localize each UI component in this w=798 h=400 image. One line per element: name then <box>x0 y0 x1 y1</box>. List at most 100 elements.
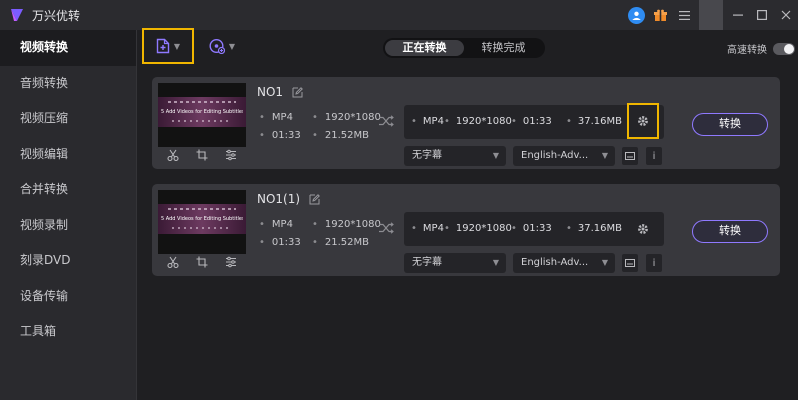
output-size: 37.16MB <box>566 116 622 127</box>
menu-button[interactable] <box>672 0 696 30</box>
source-format: MP4 <box>259 112 293 123</box>
audio-track-select[interactable]: English-Adv... ▼ <box>513 146 615 166</box>
thumbnail-decoration <box>172 120 232 122</box>
output-format: MP4 <box>411 223 444 234</box>
menu-icon <box>678 10 690 20</box>
tab-converting[interactable]: 正在转换 <box>385 40 464 56</box>
chevron-down-icon: ▼ <box>173 41 181 51</box>
tab-completed[interactable]: 转换完成 <box>464 40 543 56</box>
source-duration: 01:33 <box>259 130 301 141</box>
output-duration: 01:33 <box>511 116 552 127</box>
sidebar-item-audio-convert[interactable]: 音频转换 <box>0 66 136 102</box>
thumbnail-caption: 5 Add Videos for Editing Subtitles <box>161 109 243 115</box>
subtitle-value: 无字幕 <box>412 150 442 161</box>
info-icon: i <box>652 150 656 162</box>
audio-track-value: English-Adv... <box>521 150 589 161</box>
convert-button[interactable]: 转换 <box>692 113 768 136</box>
file-name-area: NO1(1) <box>257 192 320 206</box>
rename-button[interactable] <box>309 193 320 205</box>
effects-icon[interactable] <box>225 256 237 268</box>
high-speed-label: 高速转换 <box>727 45 767 56</box>
subtitle-value: 无字幕 <box>412 257 442 268</box>
video-thumbnail[interactable]: 5 Add Videos for Editing Subtitles <box>158 83 246 147</box>
sidebar-item-video-compress[interactable]: 视频压缩 <box>0 101 136 137</box>
source-resolution: 1920*1080 <box>312 219 381 230</box>
file-name: NO1 <box>257 85 284 99</box>
window-controls <box>624 0 798 30</box>
gear-icon <box>638 224 648 234</box>
close-button[interactable] <box>774 0 798 30</box>
source-duration: 01:33 <box>259 237 301 248</box>
scissors-icon[interactable] <box>167 256 179 268</box>
source-resolution: 1920*1080 <box>312 112 381 123</box>
shuffle-icon <box>379 222 394 234</box>
crop-icon[interactable] <box>196 149 208 161</box>
close-icon <box>781 10 791 20</box>
sidebar: 视频转换 音频转换 视频压缩 视频编辑 合并转换 视频录制 刻录DVD 设备传输… <box>0 30 137 400</box>
chevron-down-icon: ▼ <box>601 258 608 267</box>
crop-icon[interactable] <box>196 256 208 268</box>
add-from-device-button[interactable]: ▼ <box>204 28 240 64</box>
subtitle-select[interactable]: 无字幕 ▼ <box>404 253 506 273</box>
file-card-1: 5 Add Videos for Editing Subtitles NO1 M… <box>152 77 780 169</box>
video-thumbnail[interactable]: 5 Add Videos for Editing Subtitles <box>158 190 246 254</box>
main-panel: ▼ ▼ 正在转换 转换完成 高速转换 5 Add Videos for Edit… <box>138 28 798 400</box>
app-logo-icon <box>11 9 23 21</box>
audio-track-select[interactable]: English-Adv... ▼ <box>513 253 615 273</box>
convert-status-tabs: 正在转换 转换完成 <box>383 38 545 58</box>
effects-icon[interactable] <box>225 149 237 161</box>
output-settings-button[interactable] <box>626 212 660 246</box>
sidebar-item-video-edit[interactable]: 视频编辑 <box>0 137 136 173</box>
output-resolution: 1920*1080 <box>444 223 512 234</box>
scissors-icon[interactable] <box>167 149 179 161</box>
file-card-2: 5 Add Videos for Editing Subtitles NO1(1… <box>152 184 780 276</box>
high-speed-toggle[interactable] <box>773 42 795 55</box>
output-resolution: 1920*1080 <box>444 116 512 127</box>
title-separator <box>699 0 723 30</box>
title-bar: 万兴优转 <box>0 0 798 30</box>
sidebar-item-record[interactable]: 视频录制 <box>0 208 136 244</box>
subtitle-select[interactable]: 无字幕 ▼ <box>404 146 506 166</box>
file-info-button[interactable]: i <box>646 147 662 165</box>
audio-track-value: English-Adv... <box>521 257 589 268</box>
edit-icon <box>292 86 303 97</box>
sidebar-item-device-transfer[interactable]: 设备传输 <box>0 279 136 315</box>
file-info-button[interactable]: i <box>646 254 662 272</box>
maximize-button[interactable] <box>750 0 774 30</box>
edit-icon <box>309 193 320 204</box>
add-file-icon <box>156 38 170 54</box>
gift-button[interactable] <box>648 0 672 30</box>
source-size: 21.52MB <box>312 130 369 141</box>
sidebar-item-merge[interactable]: 合并转换 <box>0 172 136 208</box>
subtitle-preview-icon <box>625 152 635 160</box>
output-size: 37.16MB <box>566 223 622 234</box>
chevron-down-icon: ▼ <box>601 151 608 160</box>
output-duration: 01:33 <box>511 223 552 234</box>
disc-add-icon <box>209 38 225 54</box>
preview-button[interactable] <box>622 147 638 165</box>
output-settings-button[interactable] <box>627 103 659 139</box>
chevron-down-icon: ▼ <box>492 258 499 267</box>
convert-button[interactable]: 转换 <box>692 220 768 243</box>
info-icon: i <box>652 257 656 269</box>
source-format: MP4 <box>259 219 293 230</box>
chevron-down-icon: ▼ <box>492 151 499 160</box>
account-button[interactable] <box>624 0 648 30</box>
output-format: MP4 <box>411 116 444 127</box>
thumbnail-decoration <box>172 227 232 229</box>
maximize-icon <box>757 10 767 20</box>
thumbnail-tools <box>158 149 246 161</box>
preview-button[interactable] <box>622 254 638 272</box>
thumbnail-decoration <box>168 101 236 103</box>
gift-icon <box>653 9 667 21</box>
add-file-button[interactable]: ▼ <box>142 28 194 64</box>
output-settings[interactable]: MP4 1920*1080 01:33 37.16MB <box>404 212 664 246</box>
sidebar-item-toolbox[interactable]: 工具箱 <box>0 314 136 350</box>
rename-button[interactable] <box>292 86 303 98</box>
minimize-icon <box>733 14 743 16</box>
minimize-button[interactable] <box>726 0 750 30</box>
output-settings[interactable]: MP4 1920*1080 01:33 37.16MB <box>404 103 664 139</box>
sidebar-item-burn-dvd[interactable]: 刻录DVD <box>0 243 136 279</box>
sidebar-item-video-convert[interactable]: 视频转换 <box>0 30 136 66</box>
thumbnail-caption: 5 Add Videos for Editing Subtitles <box>161 216 243 222</box>
